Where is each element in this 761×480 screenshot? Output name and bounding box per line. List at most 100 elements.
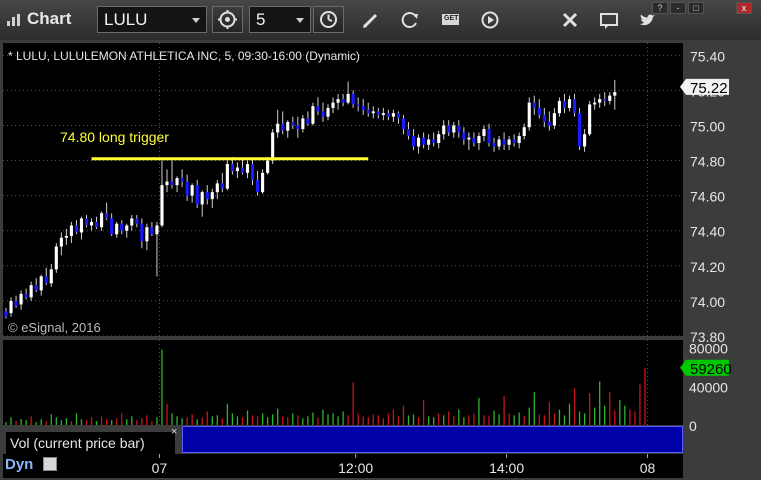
candle-body [512, 139, 516, 144]
candle-body [39, 276, 43, 291]
candle-body [326, 107, 330, 117]
interval-select[interactable]: 5 [249, 6, 311, 33]
candle-body [180, 178, 184, 182]
price-tick-label: 75.00 [690, 118, 725, 134]
message-icon [600, 13, 618, 29]
candle-body [608, 95, 612, 101]
close-button[interactable]: x [736, 2, 752, 14]
candle-body [366, 109, 370, 114]
candle-body [266, 160, 270, 173]
candle-body [220, 183, 224, 189]
candle-body [140, 223, 144, 242]
candle-body [557, 100, 561, 114]
candle-body [562, 100, 567, 108]
candle-body [291, 121, 295, 126]
candle-body [64, 235, 68, 238]
price-volume-chart[interactable]: 75.4075.2075.0074.8074.6074.4074.2074.00… [0, 40, 761, 480]
time-tick-label: 08 [640, 460, 656, 476]
last-price-value: 75.22 [690, 80, 728, 97]
candle-body [210, 192, 214, 200]
candle-body [356, 104, 360, 107]
get-label: GET [444, 15, 459, 22]
candle-body [9, 300, 13, 314]
candle-body [527, 102, 531, 128]
candle-body [296, 125, 300, 129]
candle-body [447, 125, 451, 133]
remove-study-icon[interactable]: × [171, 426, 177, 438]
candle-body [406, 128, 411, 136]
candle-body [598, 99, 602, 103]
chevron-down-icon[interactable] [296, 18, 304, 23]
candle-body [276, 123, 280, 133]
candle-body [552, 113, 556, 126]
candle-body [190, 185, 194, 196]
candle-body [502, 139, 506, 145]
help-button[interactable]: ? [652, 2, 668, 14]
candle-body [432, 139, 436, 144]
price-panel [3, 43, 683, 336]
candle-body [492, 143, 496, 147]
candle-body [245, 164, 250, 173]
volume-study-bar [182, 426, 683, 453]
candle-body [321, 111, 325, 117]
tools-button[interactable] [556, 6, 584, 34]
candle-body [331, 102, 335, 108]
candle-body [261, 172, 265, 193]
candle-body [386, 113, 390, 117]
candle-body [256, 179, 260, 193]
candle-body [442, 125, 446, 135]
message-button[interactable] [595, 6, 623, 34]
maximize-button[interactable]: □ [688, 2, 704, 14]
candle-body [24, 293, 28, 298]
candle-body [4, 311, 8, 317]
time-tick-label: 07 [152, 460, 168, 476]
price-tick-label: 74.20 [690, 259, 725, 275]
lock-icon[interactable] [43, 457, 57, 471]
symbol-input[interactable]: LULU [97, 6, 207, 33]
candle-body [170, 181, 174, 186]
chart-app-icon [7, 14, 20, 26]
trigger-label: 74.80 long trigger [60, 129, 169, 145]
candle-body [351, 93, 355, 105]
candle-body [401, 118, 406, 129]
chart-area[interactable]: 75.4075.2075.0074.8074.6074.4074.2074.00… [0, 40, 761, 480]
interval-value: 5 [256, 10, 266, 29]
candle-body [59, 237, 63, 247]
candle-body [84, 218, 89, 226]
candle-body [311, 106, 315, 124]
chart-toolbar: Chart LULU 5 GET ? - □ x [0, 0, 761, 41]
candle-body [411, 135, 416, 147]
time-template-button[interactable] [313, 6, 344, 33]
draw-tool-button[interactable] [357, 6, 385, 34]
play-icon [481, 11, 499, 29]
tools-icon [562, 12, 578, 28]
replay-button[interactable] [476, 6, 504, 34]
candle-body [215, 183, 219, 193]
candle-body [34, 285, 38, 291]
candle-body [427, 139, 431, 145]
volume-study-label[interactable]: Vol (current price bar) [6, 432, 175, 454]
chart-settings-button[interactable] [212, 6, 243, 33]
candle-body [250, 164, 255, 180]
candle-body [135, 218, 139, 224]
chevron-down-icon[interactable] [192, 18, 200, 23]
candle-body [49, 269, 53, 284]
refresh-button[interactable] [396, 6, 424, 34]
chart-title: * LULU, LULULEMON ATHLETICA INC, 5, 09:3… [8, 49, 360, 63]
candle-body [14, 300, 18, 307]
candle-body [437, 134, 441, 144]
candle-body [341, 99, 345, 103]
candle-body [593, 102, 597, 105]
candle-body [175, 178, 179, 186]
candle-body [150, 227, 154, 235]
candle-body [588, 104, 592, 135]
minimize-button[interactable]: - [670, 2, 686, 14]
interval-mode-label[interactable]: Dyn [5, 456, 33, 473]
candle-body [482, 128, 486, 136]
candle-body [572, 99, 577, 114]
candle-body [286, 121, 290, 131]
candle-body [54, 246, 58, 270]
candle-body [578, 113, 582, 147]
copyright-label: © eSignal, 2016 [8, 320, 101, 335]
get-data-button[interactable]: GET [437, 6, 465, 34]
